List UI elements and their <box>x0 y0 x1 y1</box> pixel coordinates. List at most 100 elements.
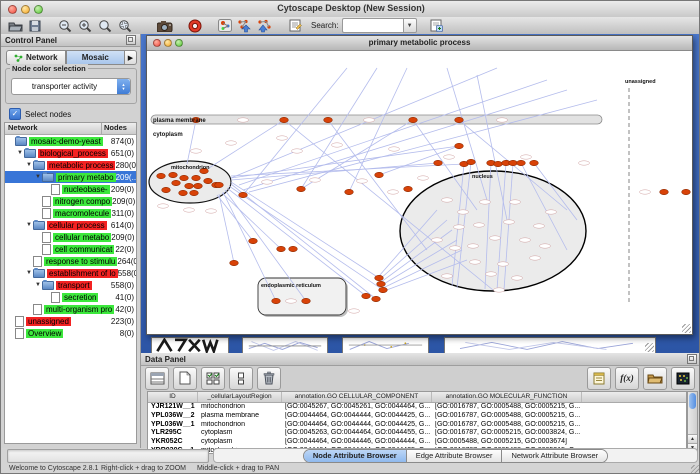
search-dropdown-button[interactable]: ▼ <box>403 18 417 33</box>
graph-node-label[interactable] <box>468 244 479 248</box>
graph-node[interactable] <box>297 186 306 191</box>
graph-node[interactable] <box>372 296 381 301</box>
table-row[interactable]: YPL036W__1mitochondrion[GO:0044464, GO:0… <box>148 421 686 430</box>
background-window[interactable] <box>444 337 656 353</box>
table-row[interactable]: YLR295Ccytoplasm[GO:0045263, GO:0044464,… <box>148 429 686 438</box>
graph-node-label[interactable] <box>486 272 497 276</box>
graph-node[interactable] <box>215 182 224 187</box>
tab-node-attribute-browser[interactable]: Node Attribute Browser <box>304 450 407 462</box>
tree-row[interactable]: ▼transport558(0) <box>5 279 136 291</box>
tree-row[interactable]: nucleobase-209(0) <box>5 183 136 195</box>
graph-node[interactable] <box>509 160 518 165</box>
graph-node-label[interactable] <box>389 147 400 151</box>
graph-node[interactable] <box>172 180 181 185</box>
zoom-region-button[interactable] <box>116 18 134 33</box>
select-all-attributes-button[interactable] <box>201 367 225 390</box>
graph-node-label[interactable] <box>494 288 505 292</box>
tree-row[interactable]: ▼metabolic process280(0) <box>5 159 136 171</box>
graph-node-label[interactable] <box>579 161 590 165</box>
graph-node-label[interactable] <box>520 238 531 242</box>
graph-node[interactable] <box>162 187 171 192</box>
graph-node[interactable] <box>455 117 464 122</box>
tree-row[interactable]: Overview8(0) <box>5 327 136 339</box>
window-resize-grip[interactable] <box>691 465 700 474</box>
graph-node-label[interactable] <box>418 176 429 180</box>
graph-node-label[interactable] <box>184 208 195 212</box>
graph-node[interactable] <box>277 246 286 251</box>
create-attribute-button[interactable] <box>173 367 197 390</box>
tree-row[interactable]: ▼primary metabo209(... <box>5 171 136 183</box>
table-row[interactable]: YJR121W__1mitochondrion[GO:0045267, GO:0… <box>148 403 686 412</box>
graph-node[interactable] <box>404 186 413 191</box>
titlebar[interactable]: Cytoscape Desktop (New Session) <box>1 1 700 18</box>
function-builder-button[interactable]: f(x) <box>615 367 639 390</box>
attribute-editor-button[interactable] <box>587 367 611 390</box>
table-scrollbar[interactable]: ▲ ▼ <box>687 391 698 454</box>
tree-row[interactable]: cellular metabo209(0) <box>5 231 136 243</box>
background-window[interactable] <box>242 337 328 353</box>
graph-node-label[interactable] <box>262 180 273 184</box>
graph-node-label[interactable] <box>364 118 375 122</box>
graph-node[interactable] <box>660 189 669 194</box>
tree-row[interactable]: unassigned223(0) <box>5 315 136 327</box>
graph-node[interactable] <box>375 275 384 280</box>
graph-node[interactable] <box>434 160 443 165</box>
graph-node[interactable] <box>409 117 418 122</box>
graph-node-label[interactable] <box>490 236 501 240</box>
column-header[interactable]: _cellularLayoutRegion <box>198 392 282 402</box>
graph-node[interactable] <box>362 293 371 298</box>
save-session-button[interactable] <box>26 18 44 33</box>
graph-node-label[interactable] <box>521 155 532 159</box>
graph-node-label[interactable] <box>450 246 461 250</box>
graph-node-label[interactable] <box>470 260 481 264</box>
graph-node[interactable] <box>324 117 333 122</box>
graph-node-label[interactable] <box>458 210 469 214</box>
tree-row[interactable]: ▼biological_process651(0) <box>5 147 136 159</box>
graph-node[interactable] <box>230 260 239 265</box>
graph-node[interactable] <box>302 298 311 303</box>
tree-row[interactable]: nitrogen compo209(0) <box>5 195 136 207</box>
zoom-in-button[interactable] <box>76 18 94 33</box>
graph-node[interactable] <box>517 160 526 165</box>
graph-node[interactable] <box>280 117 289 122</box>
graph-node-label[interactable] <box>357 179 368 183</box>
graph-node[interactable] <box>375 172 384 177</box>
tree-row[interactable]: secretion41(0) <box>5 291 136 303</box>
graph-node-label[interactable] <box>504 220 515 224</box>
float-data-panel-icon[interactable] <box>687 354 697 364</box>
graph-node-label[interactable] <box>540 244 551 248</box>
column-header[interactable]: annotation.GO CELLULAR_COMPONENT <box>282 392 432 402</box>
tree-row[interactable]: ▼establishment of lo558(0) <box>5 267 136 279</box>
tree-row[interactable]: mosaic-demo-yeast874(0) <box>5 135 136 147</box>
network-window-resize-grip[interactable] <box>682 324 691 333</box>
graph-node[interactable] <box>377 281 386 286</box>
attribute-matrix-button[interactable] <box>671 367 695 390</box>
select-nodes-checkbox[interactable]: ✓ <box>9 108 21 120</box>
graph-node[interactable] <box>249 238 258 243</box>
graph-node[interactable] <box>345 189 354 194</box>
table-row[interactable]: YKR052Ccytoplasm[GO:0044464, GO:0044446,… <box>148 438 686 447</box>
graph-node[interactable] <box>194 183 203 188</box>
graph-node-label[interactable] <box>432 238 443 242</box>
graph-node-label[interactable] <box>226 141 237 145</box>
graph-node-label[interactable] <box>349 309 360 313</box>
graph-node[interactable] <box>169 172 178 177</box>
network-view-window[interactable]: primary metabolic process plasma membran… <box>146 35 693 335</box>
node-color-select[interactable]: transporter activity ▲▼ <box>11 78 131 95</box>
graph-node-label[interactable] <box>546 210 557 214</box>
zoom-fit-button[interactable] <box>96 18 114 33</box>
graph-node-label[interactable] <box>292 149 303 153</box>
graph-node-label[interactable] <box>498 262 509 266</box>
tree-row[interactable]: ▼cellular process614(0) <box>5 219 136 231</box>
graph-node[interactable] <box>179 190 188 195</box>
graph-node-label[interactable] <box>310 178 321 182</box>
graph-node-label[interactable] <box>332 143 343 147</box>
tree-row[interactable]: response to stimulu264(0) <box>5 255 136 267</box>
graph-node[interactable] <box>185 183 194 188</box>
import-attributes-button[interactable] <box>643 367 667 390</box>
layout-alt-button[interactable] <box>256 18 274 33</box>
graph-node[interactable] <box>455 143 464 148</box>
column-header[interactable]: annotation.GO MOLECULAR_FUNCTION <box>432 392 582 402</box>
annotations-button[interactable] <box>286 18 304 33</box>
vizmapper-button[interactable] <box>216 18 234 33</box>
